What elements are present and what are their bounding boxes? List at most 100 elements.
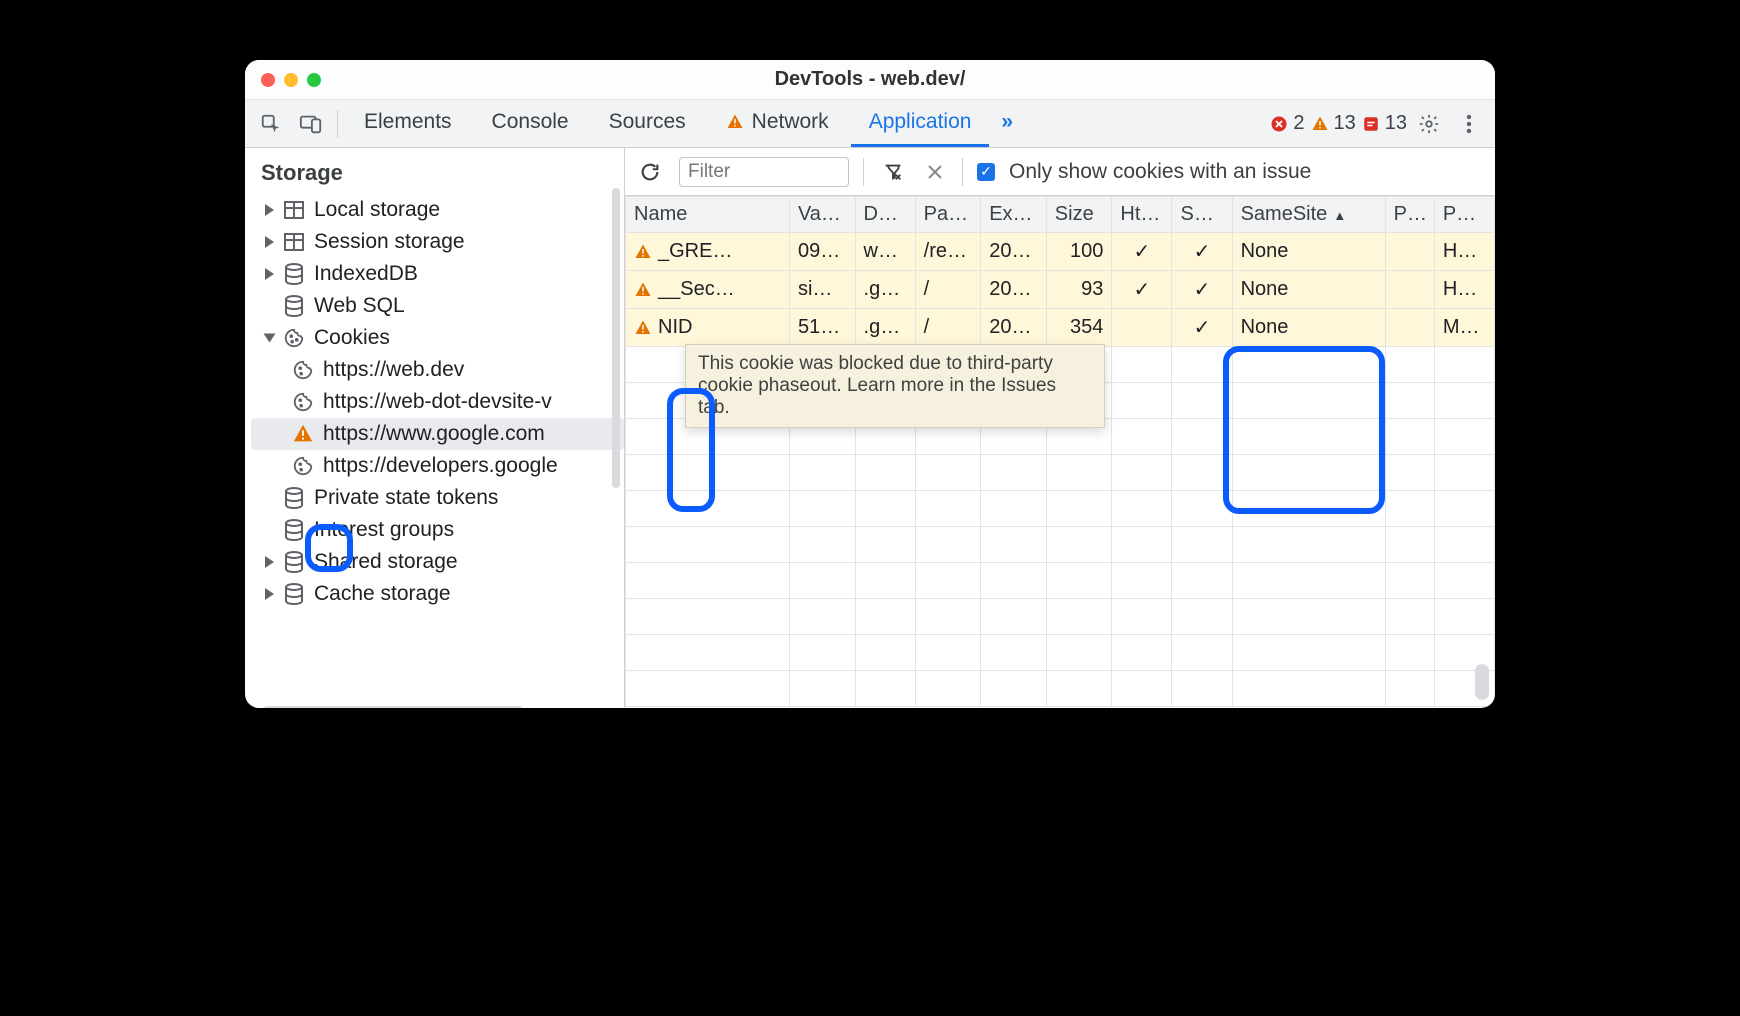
close-window-icon[interactable] xyxy=(261,73,275,87)
filter-input[interactable]: Filter xyxy=(679,157,849,187)
cell-expires: 20… xyxy=(981,233,1047,271)
label: Session storage xyxy=(314,230,465,254)
table-row[interactable]: NID51….g…/20…354✓NoneM… xyxy=(626,309,1495,347)
cell-secure: ✓ xyxy=(1172,233,1232,271)
sidebar-item-cookies[interactable]: Cookies xyxy=(251,322,624,354)
tabs-overflow[interactable]: » xyxy=(993,100,1021,147)
cookies-table: Name Va… D… Pa… Ex… Size Ht… Se… SameSit… xyxy=(625,196,1495,708)
col-path[interactable]: Pa… xyxy=(915,197,981,233)
sidebar-item-cookie-origin[interactable]: https://developers.google xyxy=(251,450,624,482)
col-secure[interactable]: Se… xyxy=(1172,197,1232,233)
settings-icon[interactable] xyxy=(1411,106,1447,142)
cell-expires: 20… xyxy=(981,309,1047,347)
expand-icon xyxy=(265,236,274,248)
tab-sources[interactable]: Sources xyxy=(591,100,704,147)
cell-name: NID xyxy=(626,309,790,347)
empty-row xyxy=(626,563,1495,599)
sidebar-item-session-storage[interactable]: Session storage xyxy=(251,226,624,258)
table-icon xyxy=(282,230,306,254)
panel-tabstrip: Elements Console Sources Network Applica… xyxy=(245,100,1495,148)
tab-console[interactable]: Console xyxy=(474,100,587,147)
sidebar-item-shared-storage[interactable]: Shared storage xyxy=(251,546,624,578)
status-counts[interactable]: 2 13 13 xyxy=(1270,112,1407,135)
sidebar-heading: Storage xyxy=(251,154,624,194)
table-icon xyxy=(282,198,306,222)
cell-size: 93 xyxy=(1046,271,1112,309)
database-icon xyxy=(282,294,306,318)
sidebar-item-private-state-tokens[interactable]: Private state tokens xyxy=(251,482,624,514)
warning-icon xyxy=(634,281,652,299)
database-icon xyxy=(282,582,306,606)
sidebar-item-interest-groups[interactable]: Interest groups xyxy=(251,514,624,546)
error-count: 2 xyxy=(1293,112,1304,135)
col-value[interactable]: Va… xyxy=(789,197,855,233)
expand-icon xyxy=(265,588,274,600)
label: Interest groups xyxy=(314,518,454,542)
cell-samesite: None xyxy=(1232,271,1385,309)
tab-elements[interactable]: Elements xyxy=(346,100,470,147)
cell-secure: ✓ xyxy=(1172,309,1232,347)
sidebar-item-indexeddb[interactable]: IndexedDB xyxy=(251,258,624,290)
empty-row xyxy=(626,527,1495,563)
label: https://web.dev xyxy=(323,358,464,382)
cell-priority: H… xyxy=(1434,233,1494,271)
warning-icon xyxy=(634,243,652,261)
only-issues-label: Only show cookies with an issue xyxy=(1009,160,1311,184)
tab-network[interactable]: Network xyxy=(708,100,847,147)
sidebar-item-local-storage[interactable]: Local storage xyxy=(251,194,624,226)
label: IndexedDB xyxy=(314,262,418,286)
body: Storage Local storage Session storage In… xyxy=(245,148,1495,708)
minimize-window-icon[interactable] xyxy=(284,73,298,87)
maximize-window-icon[interactable] xyxy=(307,73,321,87)
kebab-menu-icon[interactable] xyxy=(1451,106,1487,142)
clear-filter-icon[interactable] xyxy=(878,154,908,190)
label: https://developers.google xyxy=(323,454,558,478)
sidebar-item-cookie-origin[interactable]: https://web-dot-devsite-v xyxy=(251,386,624,418)
sidebar-item-cookie-origin-selected[interactable]: https://www.google.com xyxy=(251,418,624,450)
col-samesite[interactable]: SameSite▲ xyxy=(1232,197,1385,233)
cell-priority: H… xyxy=(1434,271,1494,309)
sidebar-scrollbar[interactable] xyxy=(612,188,620,488)
empty-row xyxy=(626,491,1495,527)
cell-path: / xyxy=(915,309,981,347)
label: Shared storage xyxy=(314,550,458,574)
col-httponly[interactable]: Ht… xyxy=(1112,197,1172,233)
table-header-row: Name Va… D… Pa… Ex… Size Ht… Se… SameSit… xyxy=(626,197,1495,233)
label: Local storage xyxy=(314,198,440,222)
refresh-icon[interactable] xyxy=(635,154,665,190)
more-icon: » xyxy=(1001,110,1013,134)
col-name[interactable]: Name xyxy=(626,197,790,233)
database-icon xyxy=(282,518,306,542)
only-issues-checkbox[interactable]: ✓ xyxy=(977,163,995,181)
tab-application[interactable]: Application xyxy=(851,100,990,147)
main-scrollbar[interactable] xyxy=(1475,664,1489,700)
database-icon xyxy=(282,262,306,286)
inspect-element-icon[interactable] xyxy=(253,106,289,142)
cell-domain: w… xyxy=(855,233,915,271)
label: https://web-dot-devsite-v xyxy=(323,390,552,414)
sidebar-h-scrollbar[interactable] xyxy=(263,706,523,708)
cell-name: __Sec… xyxy=(626,271,790,309)
devtools-window: DevTools - web.dev/ Elements Console Sou… xyxy=(245,60,1495,708)
sidebar-item-websql[interactable]: Web SQL xyxy=(251,290,624,322)
sidebar-item-cookie-origin[interactable]: https://web.dev xyxy=(251,354,624,386)
table-row[interactable]: __Sec…si….g…/20…93✓✓NoneH… xyxy=(626,271,1495,309)
blocked-cookie-tooltip: This cookie was blocked due to third-par… xyxy=(685,344,1105,428)
window-title: DevTools - web.dev/ xyxy=(245,68,1495,91)
table-row[interactable]: _GRE…09…w…/re…20…100✓✓NoneH… xyxy=(626,233,1495,271)
col-partition[interactable]: P… xyxy=(1385,197,1434,233)
col-priority[interactable]: P… xyxy=(1434,197,1494,233)
col-size[interactable]: Size xyxy=(1046,197,1112,233)
cell-value: 51… xyxy=(789,309,855,347)
expand-icon xyxy=(265,204,274,216)
sidebar-item-cache-storage[interactable]: Cache storage xyxy=(251,578,624,610)
cookies-toolbar: Filter ✓ Only show cookies with an issue xyxy=(625,148,1495,196)
col-domain[interactable]: D… xyxy=(855,197,915,233)
col-expires[interactable]: Ex… xyxy=(981,197,1047,233)
cell-secure: ✓ xyxy=(1172,271,1232,309)
cell-priority: M… xyxy=(1434,309,1494,347)
cell-size: 354 xyxy=(1046,309,1112,347)
device-toggle-icon[interactable] xyxy=(293,106,329,142)
cookie-warning-icon xyxy=(291,422,315,446)
close-icon[interactable] xyxy=(922,154,948,190)
